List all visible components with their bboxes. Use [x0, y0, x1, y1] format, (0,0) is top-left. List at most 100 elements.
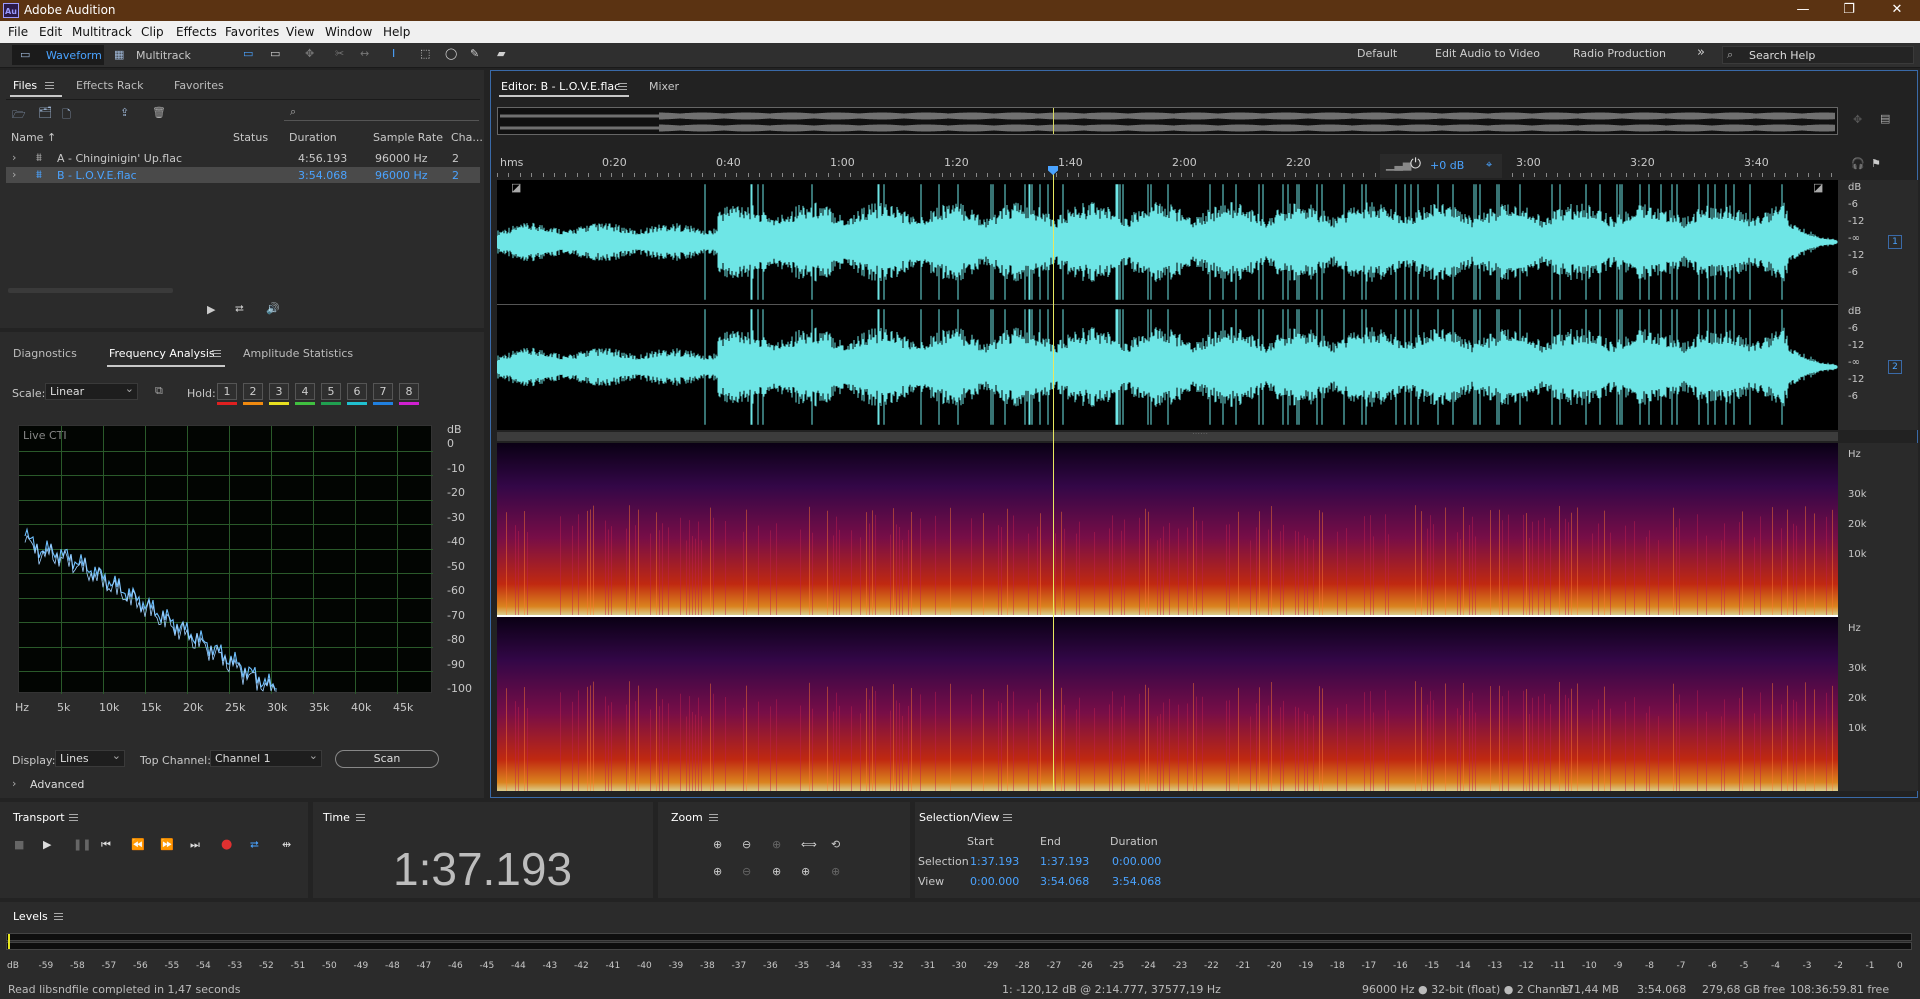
waveform-button[interactable]: ▭ Waveform [12, 45, 104, 65]
tab-files[interactable]: Files [13, 79, 37, 92]
preview-loop-icon[interactable]: ⮂ [235, 302, 244, 316]
copy-graph-icon[interactable]: ⧉ [155, 384, 163, 398]
fast-forward-icon[interactable]: ⏩ [160, 838, 174, 851]
time-menu-icon[interactable] [356, 814, 365, 821]
menu-clip[interactable]: Clip [141, 25, 164, 39]
display-select[interactable]: Lines [55, 748, 125, 767]
col-sample-rate[interactable]: Sample Rate [373, 131, 443, 144]
zoom-full-icon[interactable]: ⊕ [831, 865, 840, 878]
frequency-menu-icon[interactable] [212, 350, 221, 357]
col-status[interactable]: Status [233, 131, 268, 144]
tab-effects-rack[interactable]: Effects Rack [76, 79, 143, 92]
tab-frequency-analysis[interactable]: Frequency Analysis [109, 347, 215, 360]
file-row-selected[interactable]: › ⩩ B - L.O.V.E.flac 3:54.068 96000 Hz 2 [6, 167, 480, 183]
zoom-out-amplitude-icon[interactable]: ⊖ [742, 838, 751, 851]
hold-button-1[interactable]: 1 [217, 383, 237, 400]
spectral-pitch-icon[interactable]: ▭ [270, 47, 280, 60]
pause-icon[interactable]: ❚❚ [73, 838, 91, 851]
go-to-start-icon[interactable]: ⏮ [101, 838, 111, 852]
menu-window[interactable]: Window [325, 25, 372, 39]
selection-start[interactable]: 1:37.193 [970, 855, 1019, 868]
hold-button-8[interactable]: 8 [399, 383, 419, 400]
menu-view[interactable]: View [286, 25, 314, 39]
view-start[interactable]: 0:00.000 [970, 875, 1019, 888]
hold-button-3[interactable]: 3 [269, 383, 289, 400]
tab-amplitude-statistics[interactable]: Amplitude Statistics [243, 347, 353, 360]
razor-tool-icon[interactable]: ✂ [335, 47, 344, 60]
playhead[interactable] [1053, 168, 1054, 791]
menu-help[interactable]: Help [383, 25, 410, 39]
skip-selection-icon[interactable]: ◪ [511, 181, 521, 194]
lasso-tool-icon[interactable]: ◯ [445, 47, 457, 60]
zoom-in-selection-icon[interactable]: ⊕ [772, 838, 781, 851]
workspace-default[interactable]: Default [1357, 47, 1397, 60]
marquee-tool-icon[interactable]: ⬚ [420, 47, 430, 60]
scan-button[interactable]: Scan [335, 750, 439, 768]
multitrack-button[interactable]: ▦ Multitrack [112, 45, 192, 65]
advanced-chevron-icon[interactable]: › [12, 777, 16, 790]
waveform-display[interactable]: ◪ ◪ [497, 180, 1838, 430]
hold-button-4[interactable]: 4 [295, 383, 315, 400]
expand-view-icon[interactable]: ◪ [1813, 181, 1823, 194]
expand-icon[interactable]: › [12, 151, 16, 164]
headphones-icon[interactable]: 🎧 [1851, 157, 1865, 170]
slip-tool-icon[interactable]: ↔ [360, 47, 369, 60]
zoom-in-time-icon[interactable]: ⊕ [713, 865, 722, 878]
pin-icon[interactable]: ⌖ [1486, 158, 1492, 172]
time-ruler[interactable]: hms 0:20 0:40 1:00 1:20 1:40 2:00 2:20 3:00 3:20 3… [497, 154, 1838, 179]
files-menu-icon[interactable] [45, 82, 54, 89]
search-help-field[interactable]: ⌕ Search Help [1722, 46, 1914, 64]
stop-icon[interactable]: ■ [14, 838, 24, 851]
new-file-icon[interactable]: 🗋 [62, 106, 71, 125]
zoom-out-time-icon[interactable]: ⊖ [742, 865, 751, 878]
menu-effects[interactable]: Effects [176, 25, 217, 39]
import-file-icon[interactable]: 🗂 [38, 106, 52, 119]
play-icon[interactable]: ▶ [43, 838, 51, 851]
minimize-button[interactable]: — [1788, 2, 1818, 17]
zoom-in-amplitude-icon[interactable]: ⊕ [713, 838, 722, 851]
levels-menu-icon[interactable] [54, 913, 63, 920]
hold-button-2[interactable]: 2 [243, 383, 263, 400]
scale-select[interactable]: Linear [45, 381, 138, 400]
more-workspaces-button[interactable]: » [1697, 45, 1705, 60]
volume-knob-icon[interactable]: ⏻ [1410, 156, 1421, 172]
workspace-radio-production[interactable]: Radio Production [1573, 47, 1666, 60]
spectral-divider[interactable]: ⋯⋯ [497, 429, 1838, 441]
go-to-end-icon[interactable]: ⏭ [190, 838, 200, 852]
file-row[interactable]: › ⩩ A - Chinginigin' Up.flac 4:56.193 96… [6, 150, 480, 166]
brush-tool-icon[interactable]: ✎ [470, 47, 479, 60]
marker-flag-icon[interactable]: ⚑ [1871, 157, 1881, 170]
col-name[interactable]: Name ↑ [11, 131, 56, 144]
overview-menu-icon[interactable]: ▤ [1880, 112, 1890, 125]
top-channel-select[interactable]: Channel 1 [210, 748, 322, 767]
tab-editor[interactable]: Editor: B - L.O.V.E.flac [501, 80, 620, 93]
zoom-in-right-icon[interactable]: ⊕ [801, 865, 810, 878]
close-file-icon[interactable]: 🗑 [152, 106, 166, 119]
move-tool-icon[interactable]: ✥ [305, 47, 314, 60]
zoom-in-out-icon[interactable]: ⟺ [801, 838, 817, 851]
advanced-label[interactable]: Advanced [30, 778, 84, 791]
zoom-reset-icon[interactable]: ⟲ [831, 838, 840, 851]
menu-multitrack[interactable]: Multitrack [72, 25, 132, 39]
tab-mixer[interactable]: Mixer [649, 80, 679, 93]
close-button[interactable]: ✕ [1882, 2, 1912, 17]
selection-view-menu-icon[interactable] [1003, 814, 1012, 821]
col-channels[interactable]: Cha... [451, 131, 483, 144]
selection-end[interactable]: 1:37.193 [1040, 855, 1089, 868]
record-icon[interactable]: ● [221, 837, 232, 852]
open-file-icon[interactable]: 🗁 [12, 106, 26, 125]
files-search-field[interactable]: ⌕ [284, 104, 479, 121]
spectral-frequency-icon[interactable]: ▭ [243, 47, 253, 60]
overview-bar[interactable] [497, 107, 1838, 135]
zoom-menu-icon[interactable] [709, 814, 718, 821]
channel-2-toggle[interactable]: 2 [1888, 360, 1902, 374]
editor-menu-icon[interactable] [618, 83, 627, 90]
healing-brush-icon[interactable]: ▰ [497, 47, 505, 60]
spectral-display[interactable] [497, 443, 1838, 791]
hold-button-7[interactable]: 7 [373, 383, 393, 400]
preview-play-icon[interactable]: ▶ [207, 303, 215, 316]
preview-autoplay-icon[interactable]: 🔊 [266, 302, 280, 315]
expand-icon[interactable]: › [12, 168, 16, 181]
menu-edit[interactable]: Edit [39, 25, 62, 39]
time-selection-tool-icon[interactable]: I [392, 47, 395, 60]
